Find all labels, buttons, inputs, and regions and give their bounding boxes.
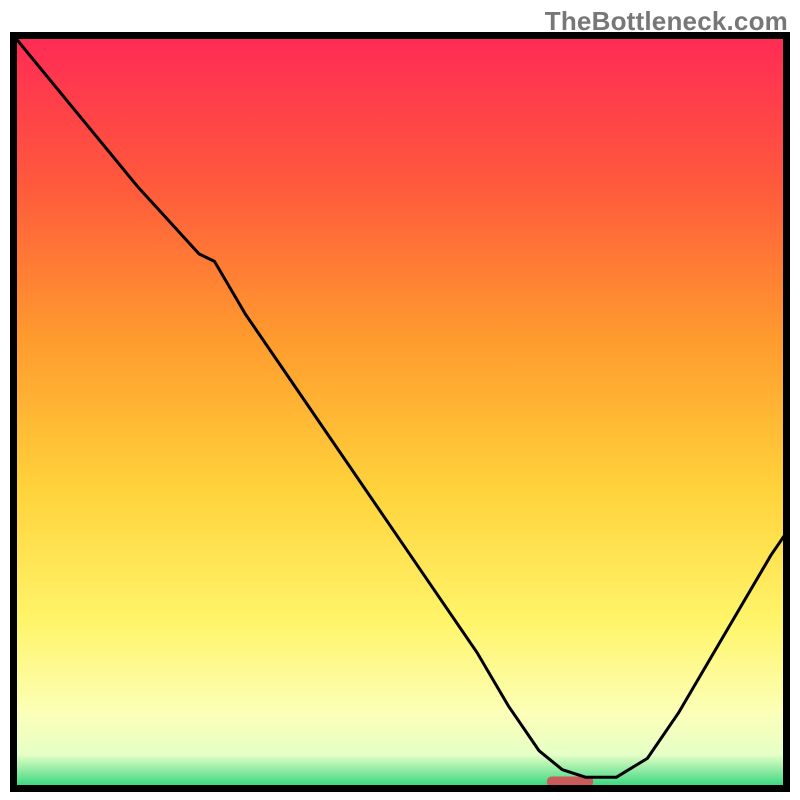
chart-canvas (10, 32, 790, 792)
gradient-background (14, 36, 787, 789)
bottleneck-chart (10, 32, 790, 792)
watermark-text: TheBottleneck.com (545, 6, 788, 37)
